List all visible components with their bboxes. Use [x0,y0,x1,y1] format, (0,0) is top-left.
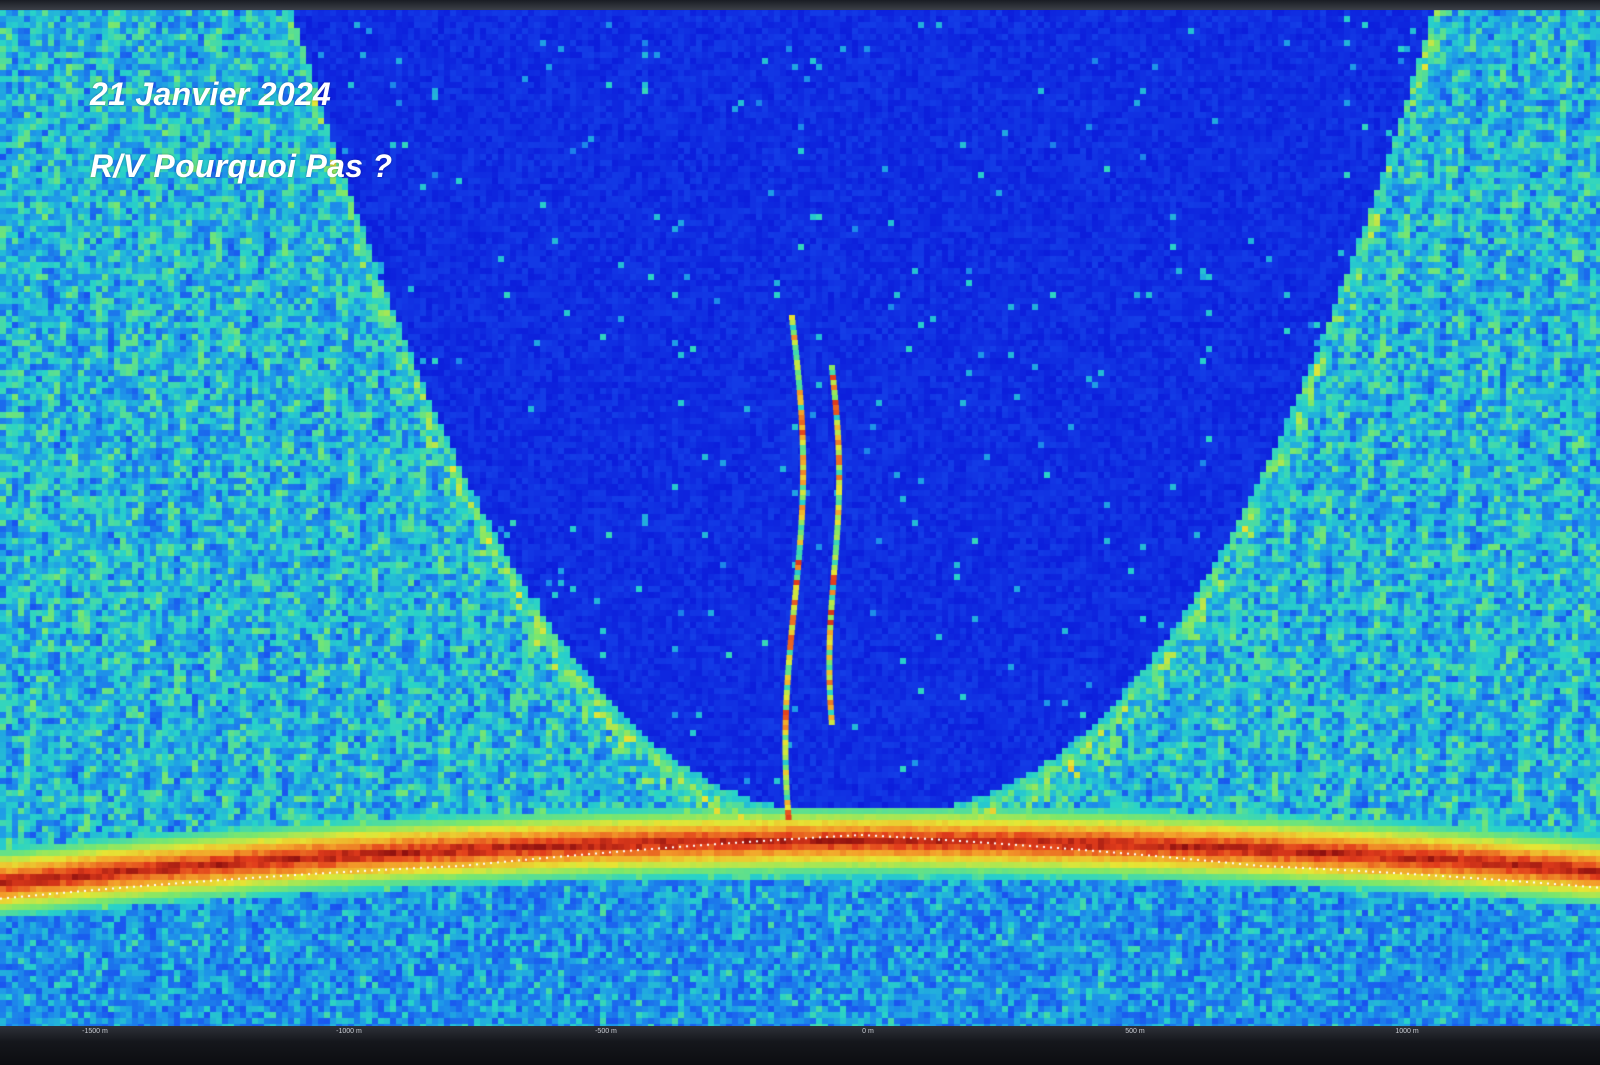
monitor-bezel-top [0,0,1600,10]
range-tick-label: -1500 m [82,1028,108,1035]
date-annotation: 21 Janvier 2024 [90,76,332,112]
sonar-display: 21 Janvier 2024 R/V Pourquoi Pas ? -1500… [0,0,1600,1065]
monitor-bezel-bottom [0,1026,1600,1065]
range-tick-label: -1000 m [336,1028,362,1035]
range-tick-label: 0 m [862,1028,874,1035]
range-tick-label: 500 m [1125,1028,1145,1035]
range-tick-label: 1000 m [1395,1028,1419,1035]
vessel-annotation: R/V Pourquoi Pas ? [90,148,393,184]
range-tick-label: -500 m [595,1028,617,1035]
